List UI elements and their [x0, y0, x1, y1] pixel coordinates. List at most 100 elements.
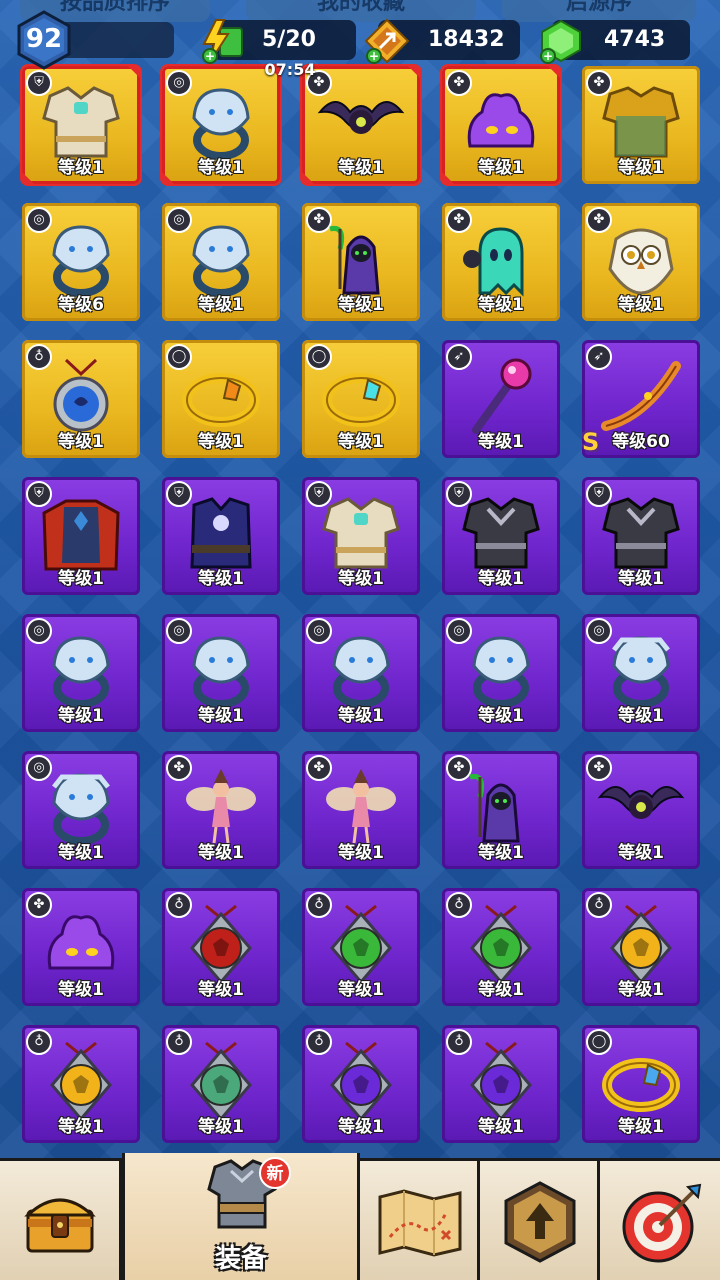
item-level: 等级1	[478, 432, 524, 452]
collection-item[interactable]: ✤ 等级1	[582, 66, 700, 184]
amulet-lion-art-icon	[50, 1041, 112, 1121]
item-level: 等级1	[478, 980, 524, 1000]
collection-item[interactable]: ◎ 等级1	[162, 614, 280, 732]
collection-item[interactable]: ♁ 等级1	[582, 888, 700, 1006]
collection-item[interactable]: ⛨ 等级1	[582, 477, 700, 595]
item-level: 等级1	[198, 432, 244, 452]
ring-bear-art-icon	[52, 225, 110, 297]
item-level: 等级1	[338, 569, 384, 589]
collection-item[interactable]: ✤ 等级1	[582, 751, 700, 869]
collection-item[interactable]: ♁ 等级1	[22, 340, 140, 458]
item-level: 等级1	[338, 706, 384, 726]
item-level: 等级1	[198, 295, 244, 315]
nav-chest[interactable]	[0, 1161, 122, 1280]
collection-item[interactable]: ◯ 等级1	[162, 340, 280, 458]
collection-item[interactable]: ◎ 等级1	[162, 66, 280, 184]
collection-item[interactable]: ♁ 等级1	[22, 1025, 140, 1143]
item-level: 等级1	[478, 158, 524, 178]
slime-art-icon	[467, 93, 535, 148]
collection-item[interactable]: ♁ 等级1	[302, 1025, 420, 1143]
item-level: 等级1	[338, 843, 384, 863]
item-level: 等级1	[338, 158, 384, 178]
nav-equipment[interactable]: 新 装备	[122, 1153, 360, 1280]
collection-item[interactable]: ◎ 等级1	[22, 751, 140, 869]
collection-item[interactable]: ✤ 等级1	[302, 203, 420, 321]
top-bar: 按品质排序 我的收藏 启源序 92 5/20 + 07:54 18432 + 4…	[0, 0, 720, 79]
item-level: 等级1	[198, 569, 244, 589]
collection-item[interactable]: ✤ 等级1	[442, 751, 560, 869]
item-level: 等级1	[478, 843, 524, 863]
tab-my-collection[interactable]: 我的收藏	[246, 0, 476, 22]
collection-item[interactable]: ♁ 等级1	[442, 1025, 560, 1143]
ring-wolf-art-icon	[52, 636, 110, 708]
nav-target[interactable]	[600, 1161, 720, 1280]
map-icon	[378, 1189, 462, 1257]
ring-wolf-art-icon	[192, 636, 250, 708]
amulet-lion-art-icon	[610, 904, 672, 984]
collection-item[interactable]: ♁ 等级1	[162, 1025, 280, 1143]
amulet-moon-art-icon	[53, 358, 109, 432]
new-badge: 新	[259, 1157, 291, 1189]
armor-gold-art-icon	[42, 86, 120, 158]
nav-upgrade[interactable]	[480, 1161, 600, 1280]
gold-coin-icon: +	[364, 18, 410, 64]
item-level: 等级1	[618, 1117, 664, 1137]
slime-art-icon	[47, 915, 115, 970]
collection-item[interactable]: ♁ 等级1	[302, 888, 420, 1006]
player-level-badge[interactable]: 92	[14, 10, 74, 70]
collection-item[interactable]: ✤ 等级1	[302, 751, 420, 869]
nav-map[interactable]	[360, 1161, 480, 1280]
collection-item[interactable]: ◎ 等级6	[22, 203, 140, 321]
bracelet-cyan-art-icon	[322, 373, 400, 427]
player-level: 92	[25, 24, 63, 54]
tab-origin[interactable]: 启源序	[502, 0, 696, 22]
item-level: 等级1	[198, 1117, 244, 1137]
item-level: 等级1	[478, 569, 524, 589]
collection-item[interactable]: ⛨ 等级1	[302, 477, 420, 595]
collection-item[interactable]: ✤ 等级1	[442, 203, 560, 321]
amulet-monkey-art-icon	[190, 1041, 252, 1121]
collection-item[interactable]: ◎ 等级1	[582, 614, 700, 732]
collection-item[interactable]: ◎ 等级1	[302, 614, 420, 732]
energy-value: 5/20	[262, 27, 316, 52]
ghost-art-icon	[463, 227, 524, 297]
fairy-art-icon	[326, 769, 396, 844]
collection-item[interactable]: ⛨ 等级1	[162, 477, 280, 595]
bow-art-icon	[601, 361, 681, 431]
item-level: 等级1	[338, 980, 384, 1000]
item-level: 等级1	[618, 158, 664, 178]
target-icon	[622, 1183, 702, 1263]
ring-eagle-art-icon	[472, 636, 530, 708]
collection-item[interactable]: ⛨ 等级1	[22, 477, 140, 595]
collection-item[interactable]: ✤ 等级1	[302, 66, 420, 184]
collection-item[interactable]: ◯ 等级1	[302, 340, 420, 458]
level-progress-bar	[62, 22, 174, 58]
collection-item[interactable]: ✤ 等级1	[582, 203, 700, 321]
collection-item[interactable]: ♁ 等级1	[442, 888, 560, 1006]
item-level: 等级1	[618, 980, 664, 1000]
bracelet-ice-art-icon	[602, 1058, 680, 1112]
amulet-green-art-icon	[330, 904, 392, 984]
collection-item[interactable]: ♁ 等级1	[162, 888, 280, 1006]
armor-dark-art-icon	[462, 497, 540, 569]
collection-item[interactable]: ✤ 等级1	[22, 888, 140, 1006]
collection-item[interactable]: ➶ 等级1	[442, 340, 560, 458]
energy-timer: 07:54	[264, 60, 316, 79]
collection-item[interactable]: ⛨ 等级1	[442, 477, 560, 595]
collection-item[interactable]: ⛨ 等级1	[22, 66, 140, 184]
item-level: 等级1	[338, 1117, 384, 1137]
collection-item[interactable]: ✤ 等级1	[442, 66, 560, 184]
staff-art-icon	[472, 358, 532, 434]
collection-item[interactable]: ✤ 等级1	[162, 751, 280, 869]
item-level: 等级1	[58, 843, 104, 863]
collection-item[interactable]: ◯ 等级1	[582, 1025, 700, 1143]
collection-item[interactable]: ◎ 等级1	[22, 614, 140, 732]
bat-art-icon	[317, 101, 405, 134]
collection-item[interactable]: ◎ 等级1	[442, 614, 560, 732]
collection-item[interactable]: ➶ S 等级60	[582, 340, 700, 458]
amulet-green-art-icon	[470, 904, 532, 984]
amulet-wolf-art-icon	[190, 904, 252, 984]
collection-item[interactable]: ◎ 等级1	[162, 203, 280, 321]
bottom-nav: 新 装备	[0, 1153, 720, 1280]
owl-art-icon	[608, 228, 674, 295]
